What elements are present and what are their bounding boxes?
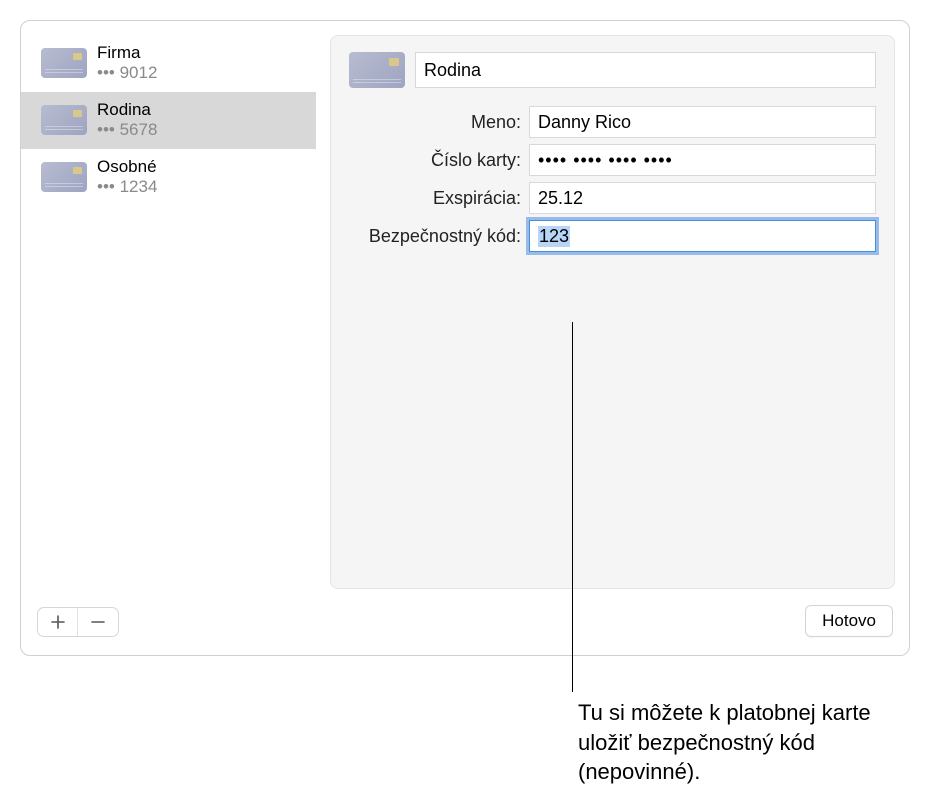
name-field[interactable] [529, 106, 876, 138]
cards-sidebar: Firma ••• 9012 Rodina ••• 5678 Osobné [21, 35, 316, 589]
card-list-item-rodina[interactable]: Rodina ••• 5678 [21, 92, 316, 149]
security-code-label: Bezpečnostný kód: [349, 226, 529, 247]
autofill-cards-window: Firma ••• 9012 Rodina ••• 5678 Osobné [20, 20, 910, 656]
name-label: Meno: [349, 112, 529, 133]
card-number-label: Číslo karty: [349, 150, 529, 171]
card-list-item-osobne[interactable]: Osobné ••• 1234 [21, 149, 316, 206]
card-item-sub: ••• 9012 [97, 63, 157, 83]
security-code-value: 123 [538, 226, 570, 247]
bottom-bar: Hotovo [21, 589, 909, 655]
remove-card-button[interactable] [78, 608, 118, 636]
card-fields: Meno: Číslo karty: Exspirácia: Bezpečnos… [349, 106, 876, 252]
card-list-text: Rodina ••• 5678 [97, 100, 157, 141]
add-remove-control [37, 607, 119, 637]
security-code-field[interactable]: 123 [529, 220, 876, 252]
expiry-label: Exspirácia: [349, 188, 529, 209]
card-item-title: Firma [97, 43, 157, 63]
add-card-button[interactable] [38, 608, 78, 636]
credit-card-icon [349, 52, 405, 88]
window-content: Firma ••• 9012 Rodina ••• 5678 Osobné [21, 21, 909, 589]
card-item-sub: ••• 5678 [97, 120, 157, 140]
callout-leader-line [572, 322, 573, 692]
card-item-sub: ••• 1234 [97, 177, 157, 197]
credit-card-icon [41, 105, 87, 135]
card-item-title: Rodina [97, 100, 157, 120]
card-item-title: Osobné [97, 157, 157, 177]
card-description-field[interactable] [415, 52, 876, 88]
card-detail-header [349, 52, 876, 88]
card-list-text: Firma ••• 9012 [97, 43, 157, 84]
credit-card-icon [41, 162, 87, 192]
card-detail-panel: Meno: Číslo karty: Exspirácia: Bezpečnos… [330, 35, 895, 589]
done-button[interactable]: Hotovo [805, 605, 893, 637]
cards-list: Firma ••• 9012 Rodina ••• 5678 Osobné [21, 35, 316, 589]
minus-icon [90, 614, 106, 630]
card-list-text: Osobné ••• 1234 [97, 157, 157, 198]
callout-text: Tu si môžete k platobnej karte uložiť be… [578, 698, 898, 787]
credit-card-icon [41, 48, 87, 78]
expiry-field[interactable] [529, 182, 876, 214]
plus-icon [50, 614, 66, 630]
card-list-item-firma[interactable]: Firma ••• 9012 [21, 35, 316, 92]
card-number-field[interactable] [529, 144, 876, 176]
